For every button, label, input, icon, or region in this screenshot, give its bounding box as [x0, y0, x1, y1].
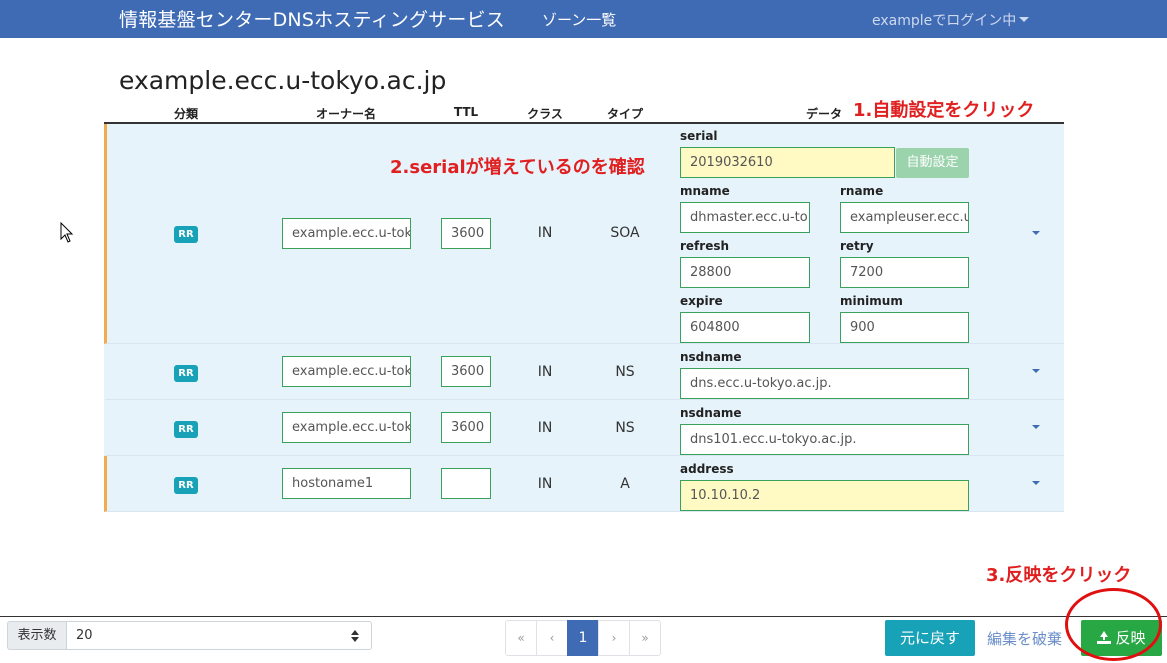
per-page-label: 表示数	[7, 621, 67, 650]
address-label: address	[680, 462, 734, 476]
minimum-input[interactable]: 900	[840, 312, 969, 343]
retry-input[interactable]: 7200	[840, 257, 969, 288]
annotation-step3: 3.反映をクリック	[986, 565, 1132, 586]
ttl-input[interactable]: 3600	[441, 412, 491, 443]
retry-label: retry	[840, 239, 874, 253]
rname-input[interactable]: exampleuser.ecc.u	[840, 202, 969, 233]
discard-edits-link[interactable]: 編集を破棄	[987, 628, 1062, 649]
owner-input[interactable]: example.ecc.u-tok	[282, 218, 411, 249]
mname-input[interactable]: dhmaster.ecc.u-to	[680, 202, 810, 233]
expire-label: expire	[680, 294, 723, 308]
header-owner: オーナー名	[315, 107, 377, 121]
row-menu-caret-icon[interactable]	[1032, 369, 1040, 373]
caret-down-icon	[1019, 17, 1030, 22]
serial-input[interactable]: 2019032610	[680, 147, 895, 178]
type-value: A	[620, 476, 630, 492]
class-value: IN	[537, 420, 553, 436]
row-menu-caret-icon[interactable]	[1032, 425, 1040, 429]
header-type: タイプ	[606, 107, 644, 121]
class-value: IN	[537, 225, 553, 241]
type-value: NS	[615, 364, 635, 380]
minimum-label: minimum	[840, 294, 903, 308]
class-value: IN	[537, 476, 553, 492]
rr-badge: RR	[174, 421, 198, 438]
header-ttl: TTL	[453, 105, 479, 119]
mouse-cursor-icon	[60, 222, 74, 243]
class-value: IN	[537, 364, 553, 380]
serial-label: serial	[680, 129, 718, 143]
rr-badge: RR	[174, 365, 198, 382]
header-class: クラス	[527, 107, 563, 121]
rr-badge: RR	[174, 477, 198, 494]
expire-input[interactable]: 604800	[680, 312, 810, 343]
mname-label: mname	[680, 184, 730, 198]
page-current[interactable]: 1	[567, 620, 599, 656]
page-next[interactable]: ›	[598, 620, 630, 656]
row-menu-caret-icon[interactable]	[1032, 481, 1040, 485]
navbar: 情報基盤センターDNSホスティングサービス ゾーン一覧 exampleでログイン…	[0, 0, 1167, 38]
select-arrows-icon	[351, 630, 359, 642]
page-prev[interactable]: ‹	[536, 620, 568, 656]
nsdname-input[interactable]: dns.ecc.u-tokyo.ac.jp.	[680, 368, 969, 399]
user-menu-label: exampleでログイン中	[872, 13, 1017, 29]
zones-link[interactable]: ゾーン一覧	[542, 9, 616, 30]
pagination: « ‹ 1 › »	[505, 620, 661, 656]
address-input[interactable]: 10.10.10.2	[680, 480, 969, 511]
nsdname-input[interactable]: dns101.ecc.u-tokyo.ac.jp.	[680, 424, 969, 455]
page-title: example.ecc.u-tokyo.ac.jp	[119, 66, 447, 95]
annotation-circle	[1065, 588, 1162, 661]
header-category: 分類	[173, 107, 199, 121]
revert-button[interactable]: 元に戻す	[885, 620, 975, 656]
per-page-value: 20	[76, 628, 93, 643]
nsdname-label: nsdname	[680, 350, 742, 364]
rname-label: rname	[840, 184, 884, 198]
auto-set-button[interactable]: 自動設定	[896, 148, 969, 178]
refresh-label: refresh	[680, 239, 730, 253]
type-value: NS	[615, 420, 635, 436]
per-page-select[interactable]: 20	[66, 621, 372, 650]
owner-input[interactable]: hostoname1	[282, 468, 411, 499]
ttl-input[interactable]	[441, 468, 491, 499]
user-menu[interactable]: exampleでログイン中	[872, 10, 1030, 30]
type-value: SOA	[610, 225, 640, 241]
page-last[interactable]: »	[629, 620, 661, 656]
header-data: データ	[805, 107, 843, 121]
annotation-step1: 1.自動設定をクリック	[853, 100, 1035, 121]
rr-badge: RR	[174, 226, 198, 243]
annotation-step2: 2.serialが増えているのを確認	[390, 157, 645, 178]
refresh-input[interactable]: 28800	[680, 257, 810, 288]
page-first[interactable]: «	[505, 620, 537, 656]
ttl-input[interactable]: 3600	[441, 218, 491, 249]
footer-divider	[0, 616, 1167, 617]
brand-title[interactable]: 情報基盤センターDNSホスティングサービス	[119, 5, 505, 32]
row-menu-caret-icon[interactable]	[1032, 231, 1040, 235]
owner-input[interactable]: example.ecc.u-tok	[282, 356, 411, 387]
owner-input[interactable]: example.ecc.u-tok	[282, 412, 411, 443]
nsdname-label: nsdname	[680, 406, 742, 420]
ttl-input[interactable]: 3600	[441, 356, 491, 387]
